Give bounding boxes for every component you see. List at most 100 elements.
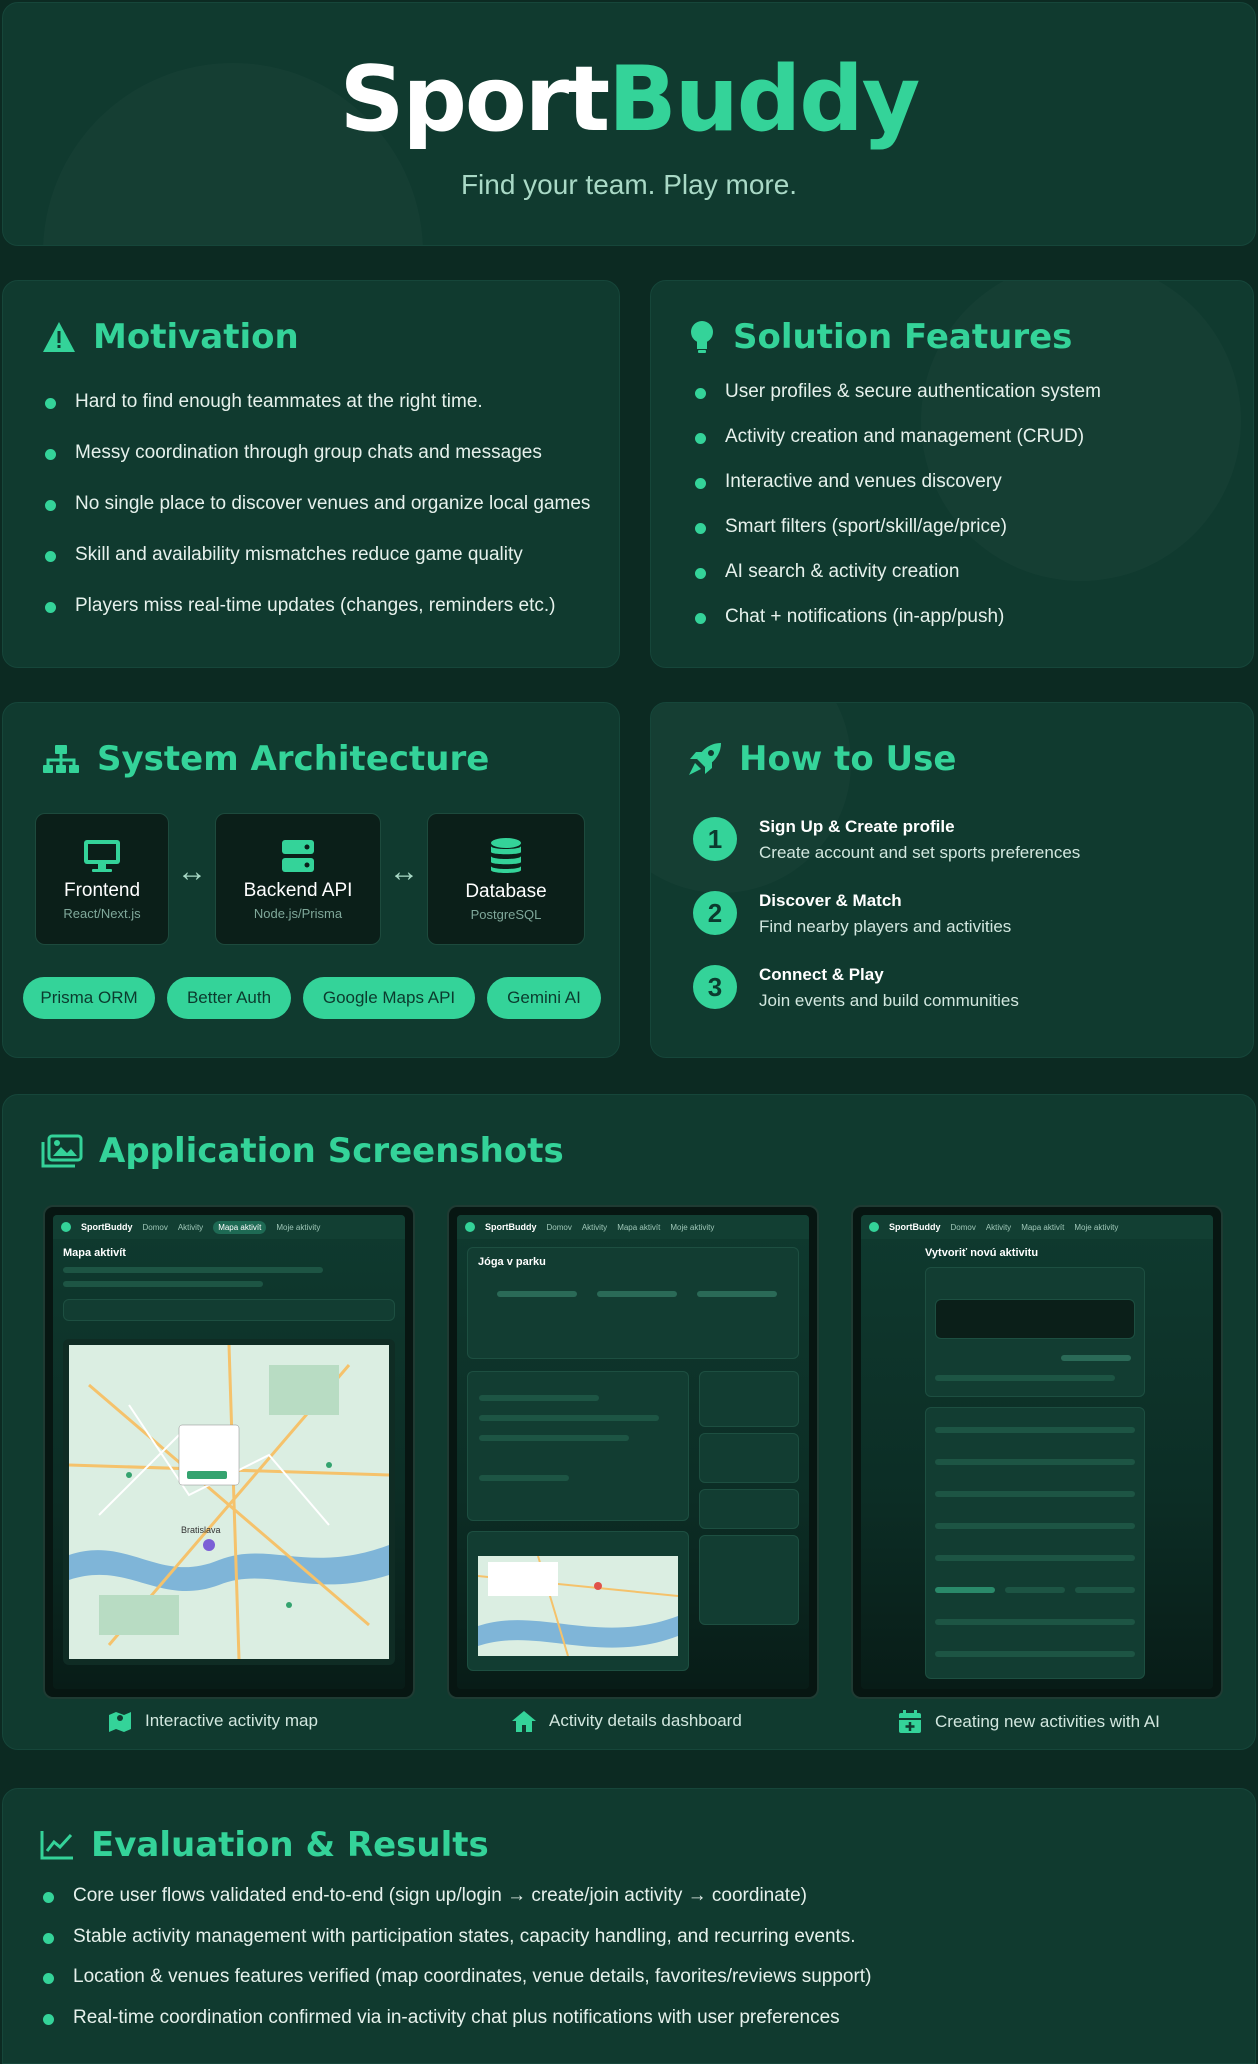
map-icon <box>109 1712 131 1732</box>
evaluation-card: Evaluation & Results Core user flows val… <box>2 1788 1256 2064</box>
database-icon <box>491 837 521 873</box>
mock-nav-item: Aktivity <box>581 1222 608 1232</box>
mock-input <box>935 1459 1135 1465</box>
frontend-tech: React/Next.js <box>63 905 141 921</box>
evaluation-heading: Evaluation & Results <box>39 1825 489 1865</box>
mock-line <box>63 1281 263 1287</box>
mock-input <box>935 1651 1135 1657</box>
mock-toggle <box>1075 1587 1135 1593</box>
screenshots-card: Application Screenshots SportBuddy Domov… <box>2 1094 1256 1750</box>
mock-brand: SportBuddy <box>81 1222 133 1232</box>
screenshot-create-activity: SportBuddy Domov Aktivity Mapa aktivít M… <box>851 1205 1223 1699</box>
evaluation-title: Evaluation & Results <box>91 1825 489 1865</box>
screenshot-activity-details: SportBuddy Domov Aktivity Mapa aktivít M… <box>447 1205 819 1699</box>
logo-icon <box>61 1222 71 1232</box>
sitemap-icon <box>43 745 79 773</box>
mock-nav-item: Mapa aktivít <box>1021 1222 1065 1232</box>
mock-nav-item: Moje aktivity <box>276 1222 321 1232</box>
mock-line <box>479 1395 599 1401</box>
mock-nav-item: Domov <box>142 1222 168 1232</box>
mock-brand: SportBuddy <box>485 1222 537 1232</box>
architecture-title: System Architecture <box>97 739 490 779</box>
mock-button <box>597 1291 677 1297</box>
motivation-card: Motivation Hard to find enough teammates… <box>2 280 620 668</box>
mock-toggle <box>935 1587 995 1593</box>
mock-nav-item: Domov <box>950 1222 976 1232</box>
list-item: No single place to discover venues and o… <box>41 493 590 544</box>
how-to-use-card: How to Use 1 Sign Up & Create profile Cre… <box>650 702 1254 1058</box>
step-3: 3 Connect & Play Join events and build co… <box>693 965 1019 1011</box>
list-item: Core user flows validated end-to-end (si… <box>39 1885 871 1926</box>
mock-side-panel <box>699 1433 799 1483</box>
list-item: User profiles & secure authentication sy… <box>691 381 1101 426</box>
step-description: Join events and build communities <box>759 991 1019 1010</box>
step-2: 2 Discover & Match Find nearby players an… <box>693 891 1011 937</box>
list-item: AI search & activity creation <box>691 561 1101 606</box>
step-number: 3 <box>693 965 737 1009</box>
app-title: SportBuddy <box>3 47 1255 152</box>
chart-line-icon <box>40 1831 73 1860</box>
mock-input <box>935 1491 1135 1497</box>
backend-box: Backend API Node.js/Prisma <box>215 813 381 945</box>
caption-details: Activity details dashboard <box>511 1709 742 1733</box>
mock-map-panel <box>467 1531 689 1671</box>
mock-header-panel: Jóga v parku <box>467 1247 799 1359</box>
mock-nav-item: Aktivity <box>985 1222 1012 1232</box>
mock-side-panel <box>699 1371 799 1427</box>
screenshots-title: Application Screenshots <box>99 1131 564 1171</box>
bidirectional-arrow-icon: ↔ <box>389 855 419 888</box>
howto-title: How to Use <box>739 739 957 779</box>
features-title: Solution Features <box>733 317 1073 357</box>
server-icon <box>282 839 314 872</box>
database-name: Database <box>465 880 547 902</box>
hero-banner: SportBuddy Find your team. Play more. <box>2 2 1256 246</box>
mock-rating-panel <box>699 1535 799 1625</box>
bidirectional-arrow-icon: ↔ <box>177 855 207 888</box>
motivation-list: Hard to find enough teammates at the rig… <box>41 391 590 646</box>
mock-ai-input <box>935 1299 1135 1339</box>
mock-map: Bratislava <box>63 1339 395 1665</box>
mock-input <box>935 1619 1135 1625</box>
list-item: Chat + notifications (in-app/push) <box>691 606 1101 651</box>
mock-nav-item: Mapa aktivít <box>617 1222 661 1232</box>
mock-line <box>479 1475 569 1481</box>
step-1: 1 Sign Up & Create profile Create account… <box>693 817 1080 863</box>
mini-map-graphic <box>478 1556 678 1656</box>
mock-input <box>935 1523 1135 1529</box>
step-description: Find nearby players and activities <box>759 917 1012 936</box>
database-box: Database PostgreSQL <box>427 813 585 945</box>
rocket-icon <box>689 743 721 775</box>
mock-nav-item: Mapa aktivít <box>213 1220 267 1234</box>
step-title: Connect & Play <box>759 965 884 984</box>
frontend-box: Frontend React/Next.js <box>35 813 169 945</box>
database-tech: PostgreSQL <box>470 906 542 922</box>
mock-button <box>497 1291 577 1297</box>
motivation-heading: Motivation <box>41 317 299 357</box>
mock-nav-item: Domov <box>546 1222 572 1232</box>
mock-button <box>697 1291 777 1297</box>
screenshot-activity-map: SportBuddy Domov Aktivity Mapa aktivít M… <box>43 1205 415 1699</box>
caption-text: Creating new activities with AI <box>935 1712 1160 1731</box>
step-title: Sign Up & Create profile <box>759 817 955 836</box>
backend-name: Backend API <box>243 879 353 901</box>
mock-navbar: SportBuddy Domov Aktivity Mapa aktivít M… <box>861 1215 1213 1239</box>
evaluation-list: Core user flows validated end-to-end (si… <box>39 1885 871 2047</box>
mock-activity-title: Jóga v parku <box>478 1256 546 1268</box>
features-card: Solution Features User profiles & secure… <box>650 280 1254 668</box>
mock-toggle <box>1005 1587 1065 1593</box>
list-item: Smart filters (sport/skill/age/price) <box>691 516 1101 561</box>
mock-button <box>1061 1355 1131 1361</box>
step-description: Create account and set sports preference… <box>759 843 1081 862</box>
caption-create: Creating new activities with AI <box>897 1709 1160 1735</box>
mock-navbar: SportBuddy Domov Aktivity Mapa aktivít M… <box>457 1215 809 1239</box>
list-item: Hard to find enough teammates at the rig… <box>41 391 590 442</box>
map-city-label: Bratislava <box>181 1525 221 1535</box>
calendar-plus-icon <box>899 1710 921 1733</box>
mock-line <box>479 1435 629 1441</box>
backend-tech: Node.js/Prisma <box>253 905 343 921</box>
warning-icon <box>43 322 75 352</box>
tech-pill: Gemini AI <box>487 977 601 1019</box>
list-item: Interactive and venues discovery <box>691 471 1101 516</box>
logo-icon <box>465 1222 475 1232</box>
screenshots-heading: Application Screenshots <box>41 1131 564 1171</box>
